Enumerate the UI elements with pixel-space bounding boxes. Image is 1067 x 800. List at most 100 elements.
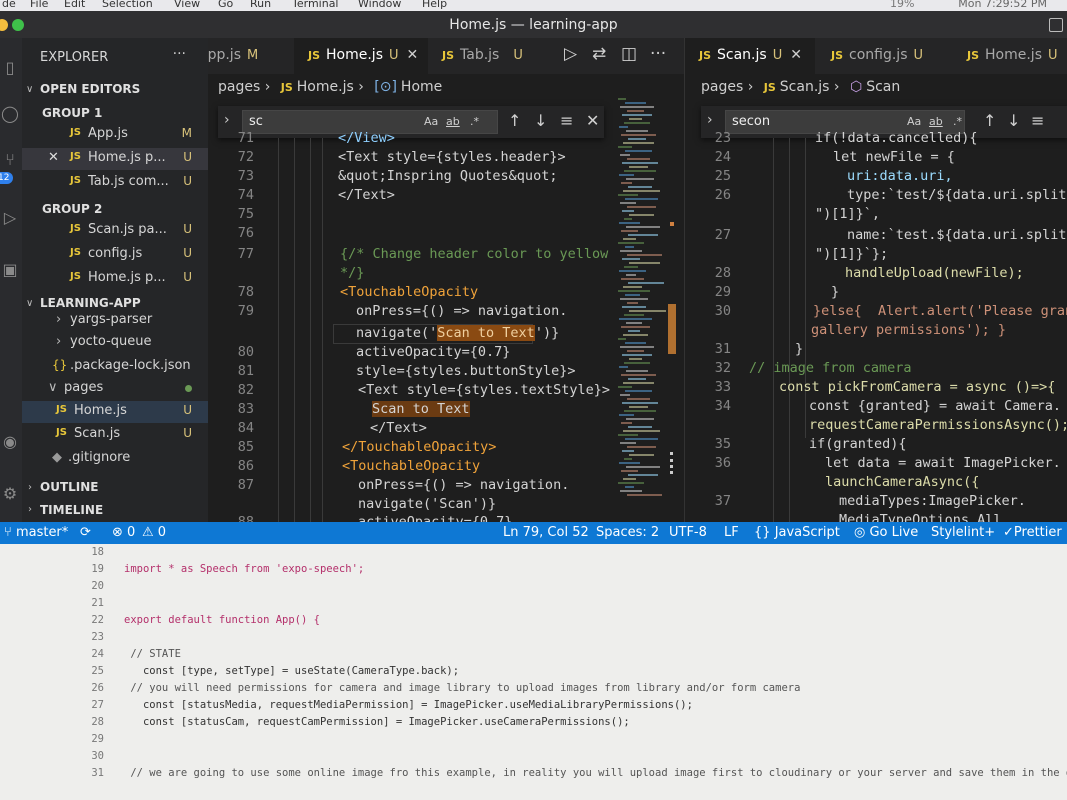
language-mode[interactable]: {} JavaScript <box>754 525 840 540</box>
open-editor-item[interactable]: JS config.js U <box>22 244 208 266</box>
breadcrumb-folder[interactable]: pages <box>701 79 743 95</box>
tree-file[interactable]: JS Scan.js U <box>22 424 208 446</box>
code-editor[interactable]: 23 if(!data.cancelled){ 24 let newFile =… <box>685 130 1067 522</box>
encoding[interactable]: UTF-8 <box>669 525 707 540</box>
whole-word-icon[interactable]: ab <box>446 115 460 128</box>
compare-changes-icon[interactable]: ⇄ <box>592 44 606 64</box>
chevron-down-icon[interactable]: ∨ <box>26 298 33 309</box>
project-section[interactable]: LEARNING-APP <box>40 296 141 310</box>
minimap-line <box>626 178 654 180</box>
menu-app[interactable]: de <box>2 0 16 10</box>
breadcrumb-file[interactable]: Home.js <box>297 79 354 95</box>
chevron-down-icon[interactable]: ∨ <box>26 84 33 95</box>
menu-clock[interactable]: Mon 7:29:52 PM <box>958 0 1047 10</box>
tab-home-js-right[interactable]: JS Home.js U <box>951 38 1067 74</box>
code-line: const [statusMedia, requestMediaPermissi… <box>124 699 693 711</box>
files-icon[interactable]: ▯ <box>0 58 20 78</box>
chevron-right-icon[interactable]: › <box>28 482 32 493</box>
menu-file[interactable]: File <box>30 0 48 10</box>
extensions-icon[interactable]: ▣ <box>0 260 20 280</box>
minimap-line <box>622 258 640 260</box>
minimap-line <box>629 358 642 360</box>
tree-folder[interactable]: › yocto-queue <box>22 332 208 354</box>
menu-window[interactable]: Window <box>358 0 401 10</box>
menu-terminal[interactable]: Terminal <box>292 0 339 10</box>
regex-icon[interactable]: .* <box>953 115 962 128</box>
end-of-line[interactable]: LF <box>724 525 739 540</box>
stylelint[interactable]: Stylelint+ <box>931 525 995 540</box>
breadcrumb-symbol[interactable]: Home <box>401 79 442 95</box>
git-branch[interactable]: ⑂ master* <box>4 525 68 540</box>
tab-scan-js[interactable]: JS Scan.js U ✕ <box>685 38 815 74</box>
minimap-line <box>628 474 658 476</box>
close-icon[interactable]: ✕ <box>790 47 802 63</box>
tab-app-js[interactable]: App.js M <box>208 38 290 74</box>
tree-folder-open[interactable]: ∨ pages <box>22 378 208 400</box>
tab-home-js[interactable]: JS Home.js U ✕ <box>294 38 428 74</box>
problems-warnings[interactable]: ⚠ 0 <box>142 525 166 540</box>
timeline-section[interactable]: TIMELINE <box>40 503 103 517</box>
layout-toggle-icon[interactable] <box>1049 18 1063 32</box>
tab-config-js[interactable]: JS config.js U <box>815 38 951 74</box>
breadcrumb-file[interactable]: Scan.js <box>780 79 830 95</box>
split-editor-icon[interactable]: ◫ <box>621 44 637 64</box>
indentation[interactable]: Spaces: 2 <box>596 525 659 540</box>
open-editor-item-active[interactable]: ✕ JS Home.js p... U <box>22 148 208 170</box>
prettier[interactable]: ✓Prettier <box>1003 525 1062 540</box>
toggle-replace-icon[interactable]: › <box>224 112 230 128</box>
match-case-icon[interactable]: Aa <box>907 115 921 128</box>
tab-tab-js[interactable]: JS Tab.js U <box>428 38 540 74</box>
menu-go[interactable]: Go <box>218 0 233 10</box>
account-icon[interactable]: ◉ <box>0 432 20 452</box>
whole-word-icon[interactable]: ab <box>929 115 943 128</box>
run-icon[interactable]: ▷ <box>564 44 577 64</box>
open-editor-item[interactable]: JS Home.js p... U <box>22 268 208 290</box>
tree-file[interactable]: ◆ .gitignore <box>22 448 208 470</box>
menu-help[interactable]: Help <box>422 0 447 10</box>
previous-match-icon[interactable]: ↑ <box>508 111 521 130</box>
gear-icon[interactable]: ⚙ <box>0 484 20 504</box>
toggle-replace-icon[interactable]: › <box>707 112 713 128</box>
code-line: const [statusCam, requestCamPermission] … <box>124 716 630 728</box>
sync-icon[interactable]: ⟳ <box>80 525 91 540</box>
menu-edit[interactable]: Edit <box>64 0 85 10</box>
tree-folder[interactable]: › yargs-parser <box>22 310 208 332</box>
problems-errors[interactable]: ⊗ 0 <box>112 525 135 540</box>
go-live-button[interactable]: ◎ Go Live <box>854 525 918 540</box>
more-actions-icon[interactable]: ··· <box>650 44 666 64</box>
open-editor-item[interactable]: JS App.js M <box>22 124 208 146</box>
search-icon[interactable]: ◯ <box>0 104 20 124</box>
group2-label: GROUP 2 <box>42 202 103 216</box>
battery-level[interactable]: 19% <box>890 0 914 10</box>
open-editor-item[interactable]: JS Scan.js pa... U <box>22 220 208 242</box>
minimap-line <box>625 342 646 344</box>
close-icon[interactable]: ✕ <box>407 47 419 63</box>
find-in-selection-icon[interactable]: ≡ <box>1031 111 1044 130</box>
find-in-selection-icon[interactable]: ≡ <box>560 111 573 130</box>
source-control-icon[interactable]: ⑂ <box>0 150 20 170</box>
match-case-icon[interactable]: Aa <box>424 115 438 128</box>
run-debug-icon[interactable]: ▷ <box>0 208 20 228</box>
chevron-right-icon[interactable]: › <box>28 504 32 515</box>
cursor-position[interactable]: Ln 79, Col 52 <box>503 525 589 540</box>
previous-match-icon[interactable]: ↑ <box>983 111 996 130</box>
tree-file-active[interactable]: JS Home.js U <box>22 401 208 423</box>
breadcrumb-symbol[interactable]: Scan <box>866 79 900 95</box>
code-line: // we are going to use some online image… <box>124 767 1067 779</box>
open-editor-item[interactable]: JS Tab.js com... U <box>22 172 208 194</box>
outline-section[interactable]: OUTLINE <box>40 480 98 494</box>
tree-file[interactable]: {} .package-lock.json <box>22 356 208 378</box>
close-icon[interactable]: ✕ <box>48 150 59 165</box>
minimap[interactable] <box>618 98 666 522</box>
regex-icon[interactable]: .* <box>470 115 479 128</box>
more-actions-icon[interactable]: ··· <box>173 46 186 62</box>
next-match-icon[interactable]: ↓ <box>1007 111 1020 130</box>
code-editor[interactable]: 71 </View> 72 <Text style={styles.header… <box>208 130 684 522</box>
next-match-icon[interactable]: ↓ <box>534 111 547 130</box>
close-icon[interactable]: ✕ <box>586 111 599 130</box>
menu-run[interactable]: Run <box>250 0 271 10</box>
menu-selection[interactable]: Selection <box>102 0 153 10</box>
open-editors-section[interactable]: OPEN EDITORS <box>40 82 140 96</box>
breadcrumb-folder[interactable]: pages <box>218 79 260 95</box>
menu-view[interactable]: View <box>174 0 200 10</box>
